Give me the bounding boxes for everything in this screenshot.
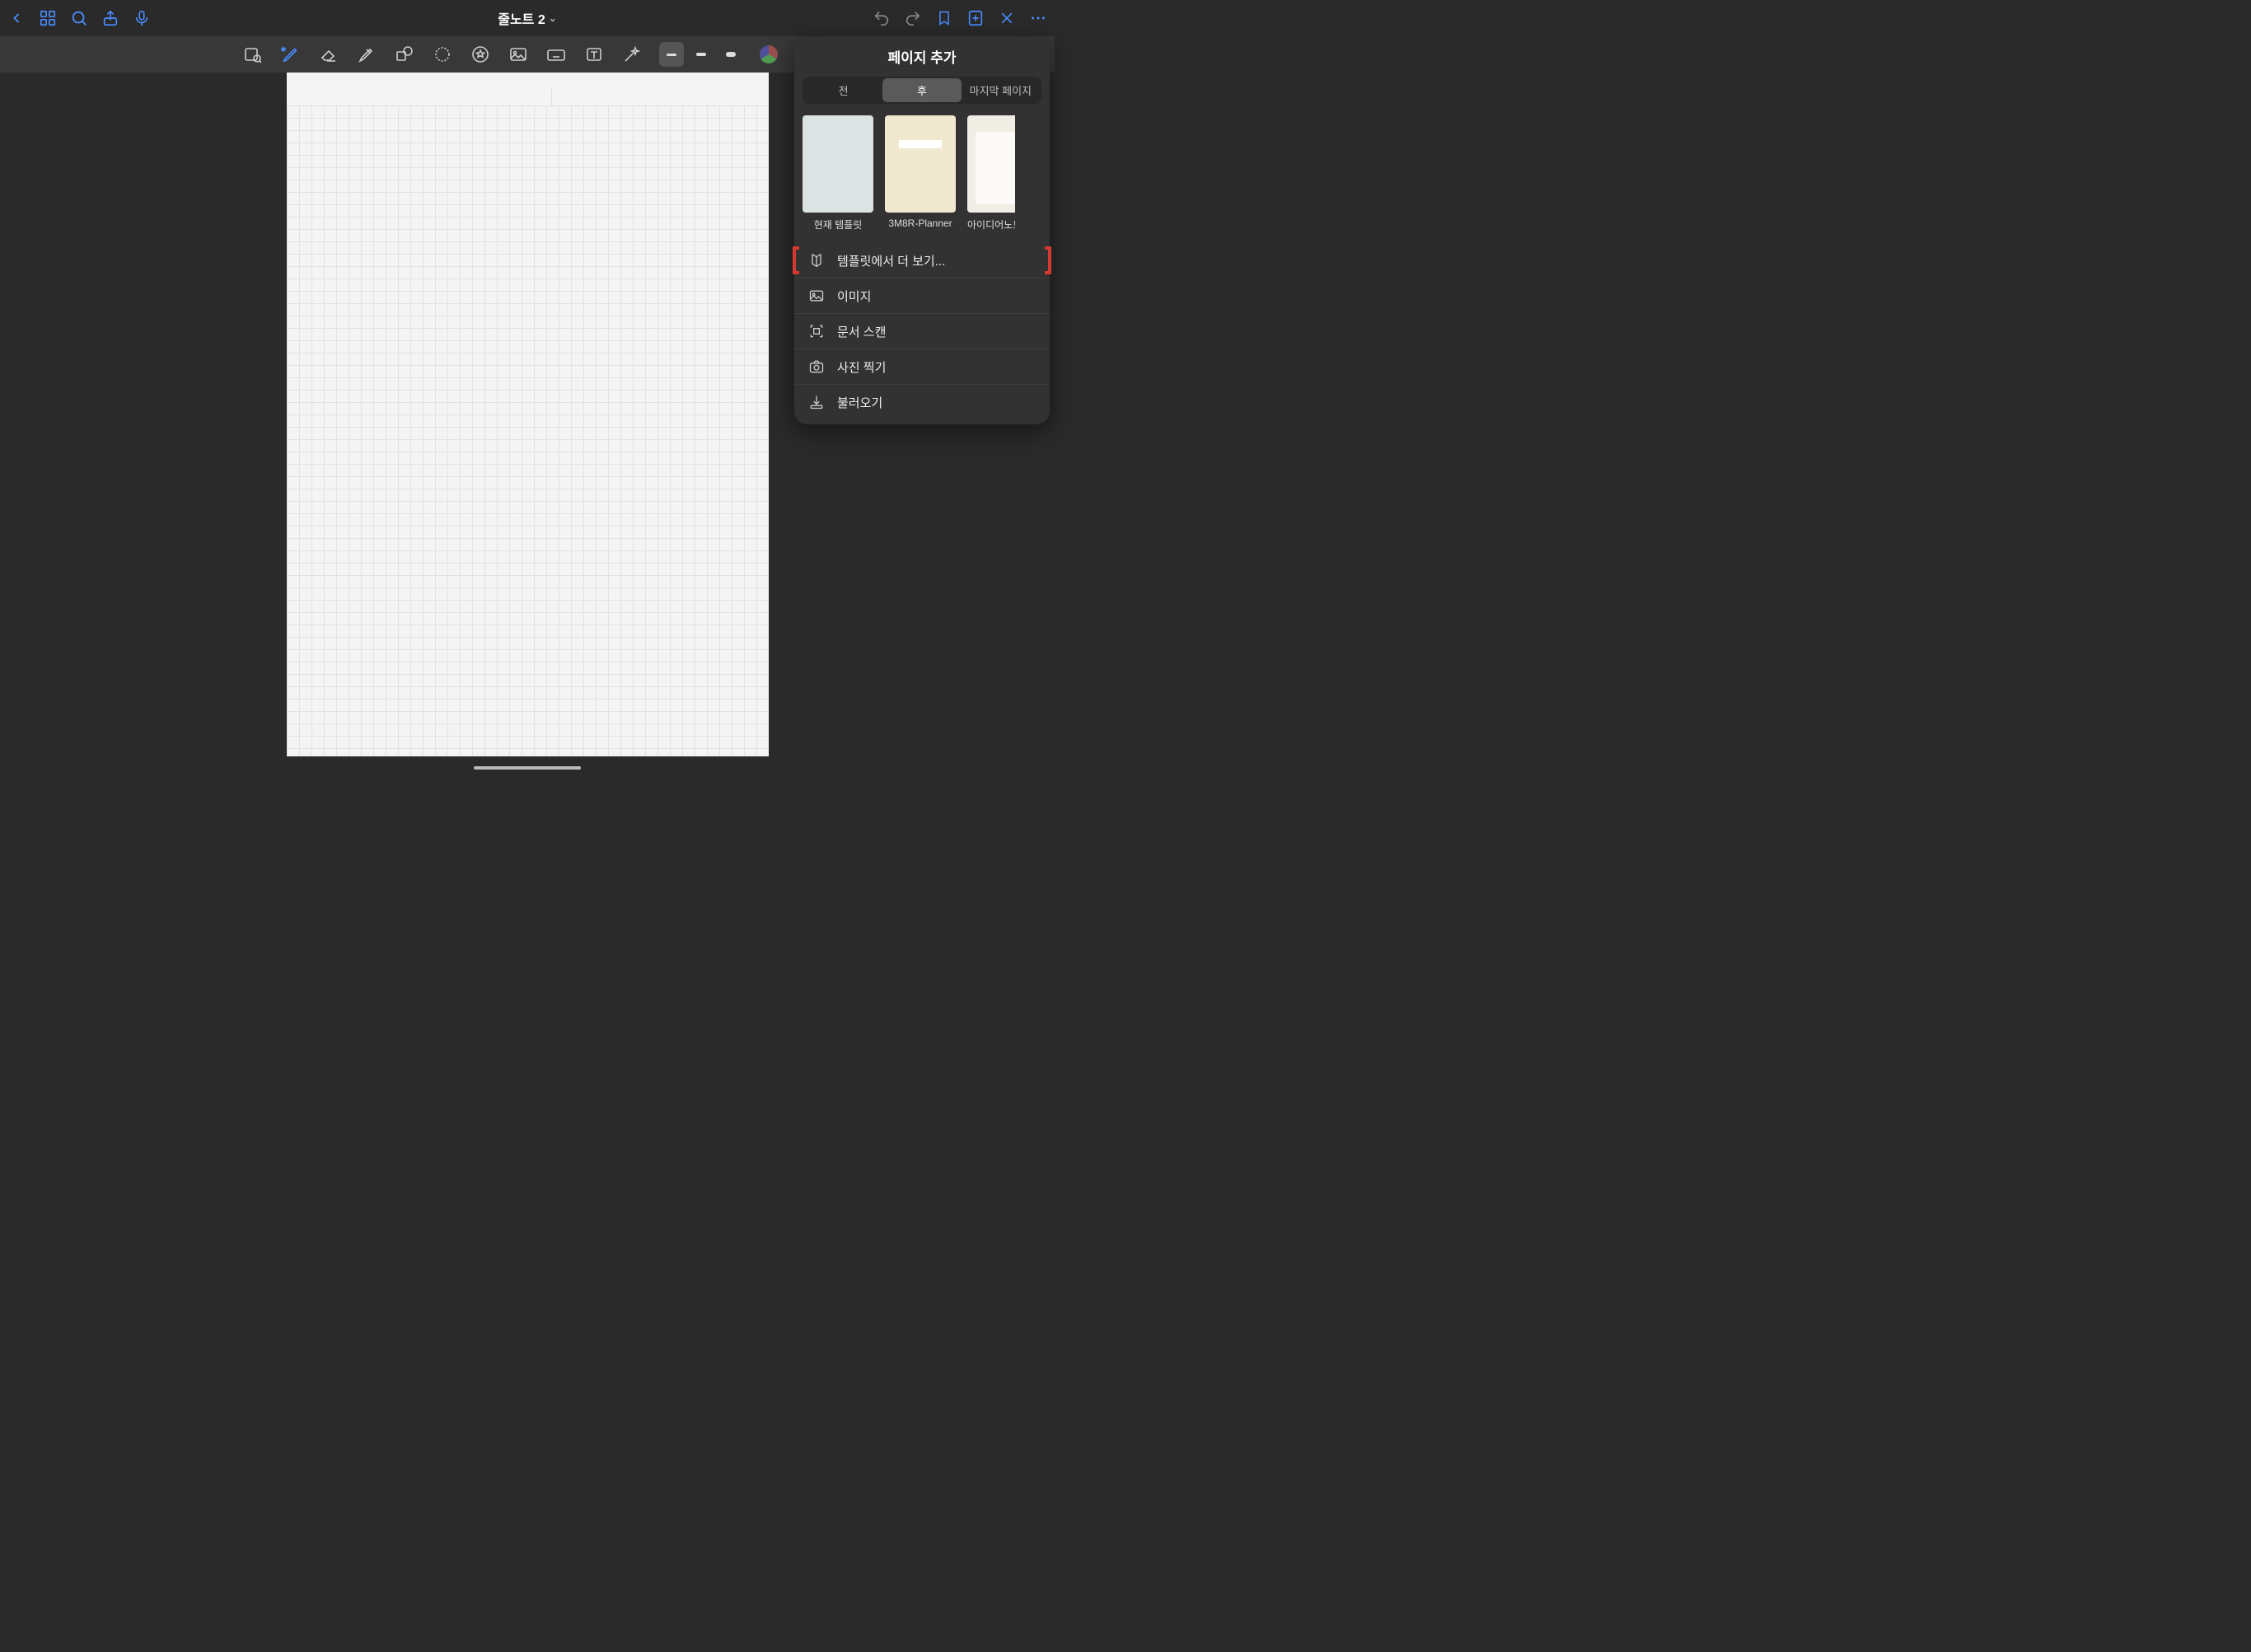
action-label: 불러오기 (837, 394, 882, 411)
highlighter-tool-icon[interactable] (356, 44, 377, 65)
action-more-templates[interactable]: 템플릿에서 더 보기... (794, 243, 1050, 278)
segment-before[interactable]: 전 (804, 78, 882, 102)
keyboard-tool-icon[interactable] (545, 44, 567, 65)
action-label: 템플릿에서 더 보기... (837, 252, 945, 269)
scan-icon (807, 322, 826, 340)
top-bar-right (557, 8, 1048, 28)
lasso-tool-icon[interactable] (432, 44, 453, 65)
stroke-thick[interactable] (718, 42, 743, 67)
action-scan[interactable]: 문서 스캔 (794, 313, 1050, 349)
template-label: 아이디어노트 (967, 218, 1015, 232)
highlight-bracket-left (793, 246, 799, 274)
segment-last[interactable]: 마지막 페이지 (962, 78, 1040, 102)
laser-tool-icon[interactable] (621, 44, 643, 65)
action-label: 문서 스캔 (837, 323, 886, 340)
undo-icon[interactable] (872, 8, 892, 28)
grid-icon[interactable] (38, 8, 58, 28)
chevron-down-icon: ⌄ (549, 12, 557, 24)
stroke-thin[interactable] (659, 42, 684, 67)
template-label: 3M8R-Planner (885, 218, 956, 229)
home-indicator (474, 766, 581, 770)
template-thumb-planner (885, 115, 956, 213)
bookmark-icon[interactable] (934, 8, 954, 28)
top-toolbar: 줄노트 2 ⌄ (0, 0, 1055, 36)
import-icon (807, 393, 826, 411)
back-icon[interactable] (7, 8, 26, 28)
close-icon[interactable] (997, 8, 1017, 28)
action-image[interactable]: 이미지 (794, 278, 1050, 313)
highlight-bracket-right (1045, 246, 1051, 274)
shape-tool-icon[interactable] (394, 44, 415, 65)
segment-after[interactable]: 후 (882, 78, 961, 102)
share-icon[interactable] (101, 8, 120, 28)
action-list: 템플릿에서 더 보기... 이미지 문서 스캔 사진 찍기 불러오기 (794, 243, 1050, 419)
image-icon (807, 287, 826, 305)
top-bar-left (7, 8, 498, 28)
eraser-tool-icon[interactable] (318, 44, 339, 65)
redo-icon[interactable] (903, 8, 923, 28)
template-idea[interactable]: 아이디어노트 (967, 115, 1015, 232)
search-icon[interactable] (69, 8, 89, 28)
action-label: 사진 찍기 (837, 358, 886, 376)
note-page[interactable] (287, 73, 769, 756)
template-thumb-current (803, 115, 873, 213)
template-label: 현재 템플릿 (803, 218, 873, 232)
color-picker-icon[interactable] (760, 45, 778, 63)
mic-icon[interactable] (132, 8, 152, 28)
position-segment-control: 전 후 마지막 페이지 (803, 77, 1041, 104)
template-planner[interactable]: 3M8R-Planner (885, 115, 956, 232)
action-import[interactable]: 불러오기 (794, 384, 1050, 419)
camera-icon (807, 358, 826, 376)
template-row: 현재 템플릿 3M8R-Planner 아이디어노트 (794, 115, 1050, 240)
document-title[interactable]: 줄노트 2 ⌄ (498, 8, 557, 28)
stroke-medium[interactable] (689, 42, 714, 67)
text-tool-icon[interactable] (583, 44, 605, 65)
add-page-icon[interactable] (966, 8, 985, 28)
panel-title: 페이지 추가 (794, 46, 1050, 67)
stroke-width-group (659, 42, 743, 67)
action-camera[interactable]: 사진 찍기 (794, 349, 1050, 384)
pen-tool-icon[interactable]: ✱ (280, 44, 302, 65)
template-icon (807, 251, 826, 269)
image-tool-icon[interactable] (508, 44, 529, 65)
zoom-tool-icon[interactable] (242, 44, 264, 65)
add-page-panel: 페이지 추가 전 후 마지막 페이지 현재 템플릿 3M8R-Planner 아… (794, 36, 1050, 424)
favorites-tool-icon[interactable] (470, 44, 491, 65)
more-icon[interactable] (1028, 8, 1048, 28)
template-current[interactable]: 현재 템플릿 (803, 115, 873, 232)
title-text: 줄노트 2 (498, 8, 545, 28)
template-thumb-idea (967, 115, 1015, 213)
action-label: 이미지 (837, 288, 871, 305)
